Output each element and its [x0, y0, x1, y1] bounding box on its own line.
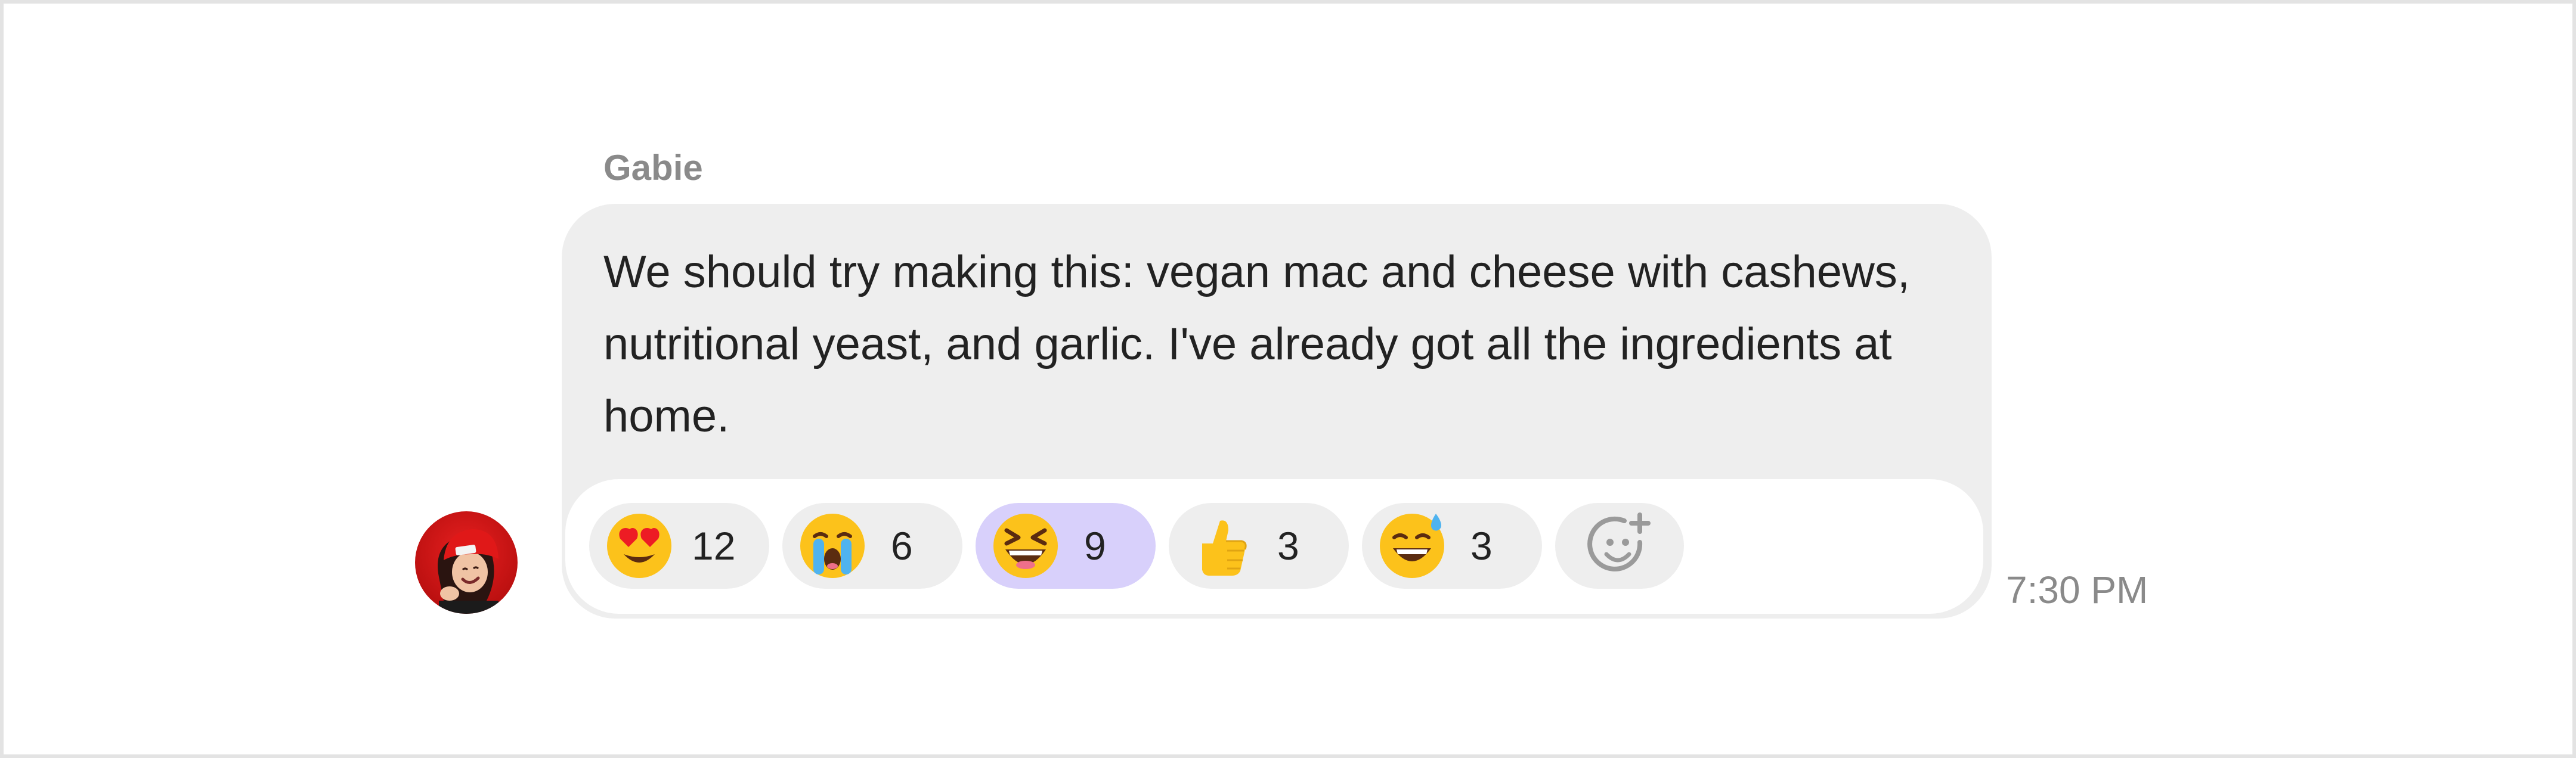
reaction-thumbs-up[interactable]: 3 [1169, 503, 1349, 589]
add-reaction-button[interactable] [1555, 503, 1684, 589]
reaction-count: 3 [1277, 524, 1299, 568]
avatar[interactable] [415, 511, 518, 614]
message-bubble[interactable]: We should try making this: vegan mac and… [562, 204, 1992, 619]
reaction-count: 6 [891, 524, 913, 568]
message-text: We should try making this: vegan mac and… [603, 247, 1911, 442]
reaction-grinning-sweat[interactable]: 3 [1362, 503, 1542, 589]
reaction-tray: 12 6 9 3 3 [565, 479, 1983, 614]
message-timestamp: 7:30 PM [2006, 568, 2148, 611]
reaction-loudly-crying[interactable]: 6 [782, 503, 962, 589]
reaction-count: 12 [692, 524, 736, 568]
heart-eyes-emoji-icon [607, 514, 671, 578]
chat-frame: Gabie We should try making this: vegan m… [0, 0, 2576, 758]
reaction-count: 3 [1470, 524, 1493, 568]
loudly-crying-emoji-icon [800, 514, 865, 578]
grinning-sweat-emoji-icon [1380, 514, 1444, 578]
squinting-laughing-emoji-icon [993, 514, 1058, 578]
reaction-count: 9 [1084, 524, 1106, 568]
sender-name: Gabie [603, 148, 703, 188]
add-emoji-icon [1587, 512, 1651, 571]
profile-photo-icon [415, 511, 518, 614]
reaction-heart-eyes[interactable]: 12 [589, 503, 769, 589]
reaction-squinting-laughing[interactable]: 9 [976, 503, 1156, 589]
thumbs-up-emoji-icon [1202, 520, 1247, 576]
